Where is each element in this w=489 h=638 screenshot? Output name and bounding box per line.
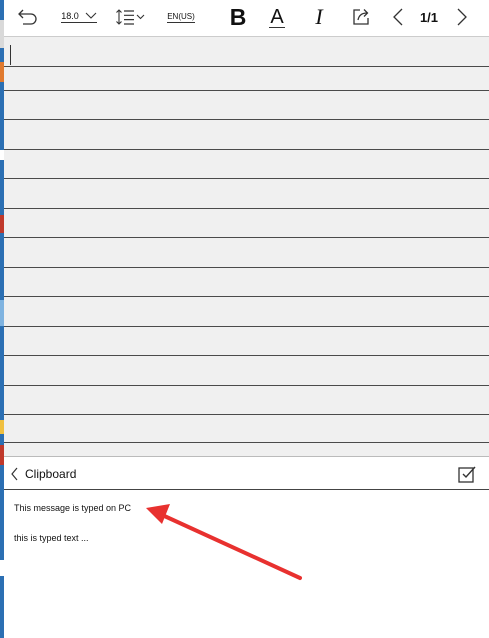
ruled-line bbox=[4, 66, 489, 67]
language-selector[interactable]: EN(US) bbox=[164, 0, 198, 34]
share-icon bbox=[353, 9, 369, 25]
previous-page-button[interactable] bbox=[388, 0, 408, 34]
italic-label: I bbox=[315, 4, 323, 29]
line-spacing-icon bbox=[116, 9, 145, 25]
text-cursor bbox=[10, 45, 11, 65]
clipboard-title: Clipboard bbox=[25, 466, 77, 481]
ruled-line bbox=[4, 178, 489, 179]
clipboard-item[interactable]: this is typed text ... bbox=[14, 533, 89, 543]
ruled-line bbox=[4, 296, 489, 297]
ruled-line bbox=[4, 208, 489, 209]
page-indicator: 1/1 bbox=[416, 0, 442, 34]
chevron-down-icon bbox=[85, 12, 97, 19]
text-editor-area[interactable] bbox=[4, 36, 489, 456]
next-page-button[interactable] bbox=[452, 0, 472, 34]
bold-button[interactable]: B bbox=[226, 0, 250, 34]
font-size-dropdown[interactable]: 18.0 bbox=[56, 0, 102, 34]
undo-icon bbox=[18, 9, 37, 25]
ruled-line bbox=[4, 237, 489, 238]
chevron-left-icon bbox=[393, 8, 403, 26]
font-size-value: 18.0 bbox=[61, 11, 79, 21]
underline-button[interactable]: A bbox=[264, 0, 290, 34]
share-button[interactable] bbox=[348, 0, 374, 34]
ruled-line bbox=[4, 442, 489, 443]
ruled-line bbox=[4, 267, 489, 268]
ruled-line bbox=[4, 326, 489, 327]
chevron-left-icon bbox=[11, 467, 18, 480]
toolbar: 18.0 EN(US) B A I 1/1 bbox=[4, 0, 489, 34]
clipboard-back-button[interactable]: Clipboard bbox=[10, 457, 76, 490]
page-indicator-text: 1/1 bbox=[419, 9, 439, 25]
clipboard-item[interactable]: This message is typed on PC bbox=[14, 503, 131, 513]
bold-label: B bbox=[229, 3, 247, 30]
line-spacing-dropdown[interactable] bbox=[114, 0, 148, 34]
language-label: EN(US) bbox=[167, 11, 195, 23]
chevron-right-icon bbox=[457, 8, 467, 26]
ruled-line bbox=[4, 385, 489, 386]
italic-button[interactable]: I bbox=[308, 0, 330, 34]
ruled-line bbox=[4, 90, 489, 91]
undo-button[interactable] bbox=[16, 0, 40, 34]
clipboard-select-button[interactable] bbox=[457, 464, 477, 489]
note-editor-app: 18.0 EN(US) B A I 1/1 Clipboard This mes… bbox=[4, 0, 489, 638]
checkbox-icon bbox=[458, 466, 476, 483]
ruled-line bbox=[4, 119, 489, 120]
ruled-line bbox=[4, 149, 489, 150]
underline-label: A bbox=[269, 5, 285, 28]
ruled-line bbox=[4, 414, 489, 415]
clipboard-header: Clipboard bbox=[4, 456, 489, 490]
ruled-line bbox=[4, 355, 489, 356]
